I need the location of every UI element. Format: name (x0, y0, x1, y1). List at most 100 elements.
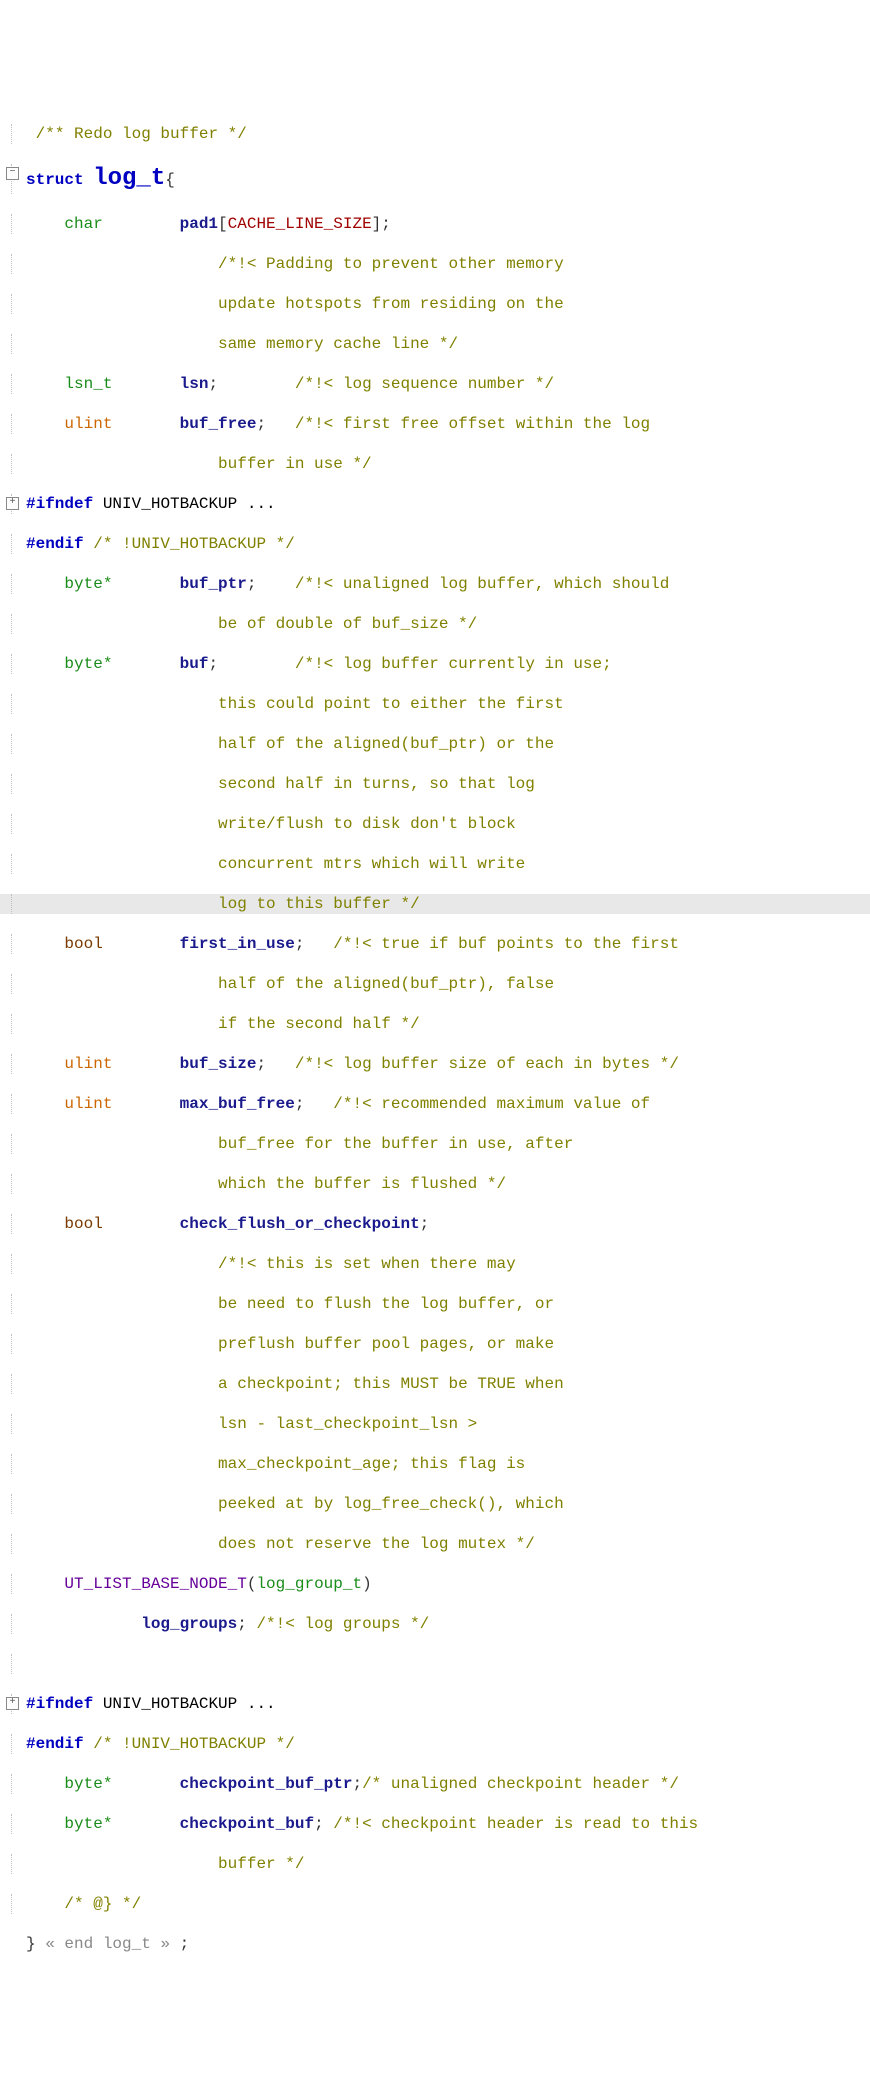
comment: lsn - last_checkpoint_lsn > (218, 1415, 477, 1433)
code-line: if the second half */ (0, 1014, 870, 1034)
field-name: buf_size (180, 1055, 257, 1073)
struct-keyword: struct (26, 171, 93, 189)
code-block: /** Redo log buffer */ −struct log_t{ ch… (0, 80, 870, 1998)
brace-open: { (165, 171, 175, 189)
comment: this could point to either the first (218, 695, 564, 713)
code-line: this could point to either the first (0, 694, 870, 714)
code-line: max_checkpoint_age; this flag is (0, 1454, 870, 1474)
code-line: byte* buf_ptr; /*!< unaligned log buffer… (0, 574, 870, 594)
type: byte* (64, 1815, 112, 1833)
fold-plus-icon[interactable]: + (6, 497, 19, 510)
field-name: pad1 (180, 215, 218, 233)
comment: preflush buffer pool pages, or make (218, 1335, 554, 1353)
macro-call: UT_LIST_BASE_NODE_T (64, 1575, 246, 1593)
preprocessor: #endif (26, 1735, 84, 1753)
semicolon: ; (256, 1055, 266, 1073)
code-line: ulint buf_size; /*!< log buffer size of … (0, 1054, 870, 1074)
comment: write/flush to disk don't block (218, 815, 516, 833)
comment: /*!< log buffer currently in use; (295, 655, 612, 673)
code-line: +#ifndef UNIV_HOTBACKUP ... (0, 1694, 870, 1714)
code-line: concurrent mtrs which will write (0, 854, 870, 874)
code-line: write/flush to disk don't block (0, 814, 870, 834)
field-name: buf_ptr (180, 575, 247, 593)
comment: /*!< log groups */ (256, 1615, 429, 1633)
semicolon: ; (208, 655, 218, 673)
comment: half of the aligned(buf_ptr), false (218, 975, 554, 993)
code-line: half of the aligned(buf_ptr), false (0, 974, 870, 994)
code-line: does not reserve the log mutex */ (0, 1534, 870, 1554)
field-name: checkpoint_buf_ptr (180, 1775, 353, 1793)
code-line: ulint max_buf_free; /*!< recommended max… (0, 1094, 870, 1114)
semicolon: ; (180, 1935, 190, 1953)
type: ulint (64, 1095, 112, 1113)
comment: /*!< this is set when there may (218, 1255, 516, 1273)
code-line: preflush buffer pool pages, or make (0, 1334, 870, 1354)
code-line: second half in turns, so that log (0, 774, 870, 794)
code-line: buffer in use */ (0, 454, 870, 474)
comment: buffer */ (218, 1855, 304, 1873)
comment: peeked at by log_free_check(), which (218, 1495, 564, 1513)
type: bool (64, 935, 102, 953)
code-line: + #ifndef UNIV_HOTBACKUP ... (0, 494, 870, 514)
comment: /*!< Padding to prevent other memory (218, 255, 564, 273)
comment: which the buffer is flushed */ (218, 1175, 506, 1193)
code-line: −struct log_t{ (0, 164, 870, 194)
comment: buffer in use */ (218, 455, 372, 473)
code-line: log_groups; /*!< log groups */ (0, 1614, 870, 1634)
field-name: checkpoint_buf (180, 1815, 314, 1833)
comment: if the second half */ (218, 1015, 420, 1033)
code-line: lsn_t lsn; /*!< log sequence number */ (0, 374, 870, 394)
code-line: bool first_in_use; /*!< true if buf poin… (0, 934, 870, 954)
field-name: buf_free (180, 415, 257, 433)
comment: /*!< log sequence number */ (295, 375, 554, 393)
semicolon: ; (352, 1775, 362, 1793)
type: byte* (64, 575, 112, 593)
fold-plus-icon[interactable]: + (6, 1697, 19, 1710)
comment: update hotspots from residing on the (218, 295, 564, 313)
comment: same memory cache line */ (218, 335, 458, 353)
macro-const: CACHE_LINE_SIZE (228, 215, 372, 233)
comment: a checkpoint; this MUST be TRUE when (218, 1375, 564, 1393)
fold-minus-icon[interactable]: − (6, 167, 19, 180)
field-name: check_flush_or_checkpoint (180, 1215, 420, 1233)
semicolon: ; (420, 1215, 430, 1233)
semicolon: ; (295, 1095, 305, 1113)
type: ulint (64, 415, 112, 433)
code-line: half of the aligned(buf_ptr) or the (0, 734, 870, 754)
comment: /** Redo log buffer */ (36, 125, 247, 143)
field-name: lsn (180, 375, 209, 393)
comment: /*!< unaligned log buffer, which should (295, 575, 669, 593)
comment: does not reserve the log mutex */ (218, 1535, 535, 1553)
type: byte* (64, 655, 112, 673)
comment: max_checkpoint_age; this flag is (218, 1455, 525, 1473)
comment: be need to flush the log buffer, or (218, 1295, 554, 1313)
fold-annotation: « end log_t » (45, 1935, 170, 1953)
code-line: #endif /* !UNIV_HOTBACKUP */ (0, 534, 870, 554)
paren: ) (362, 1575, 372, 1593)
code-line: #endif /* !UNIV_HOTBACKUP */ (0, 1734, 870, 1754)
code-line: buffer */ (0, 1854, 870, 1874)
code-line: peeked at by log_free_check(), which (0, 1494, 870, 1514)
type: char (64, 215, 102, 233)
preprocessor: #ifndef (26, 495, 93, 513)
comment: /* !UNIV_HOTBACKUP */ (93, 1735, 295, 1753)
comment: /* !UNIV_HOTBACKUP */ (93, 535, 295, 553)
code-line: /*!< Padding to prevent other memory (0, 254, 870, 274)
pp-condition: UNIV_HOTBACKUP ... (103, 495, 276, 513)
code-line: /*!< this is set when there may (0, 1254, 870, 1274)
semicolon: ; (237, 1615, 247, 1633)
comment: /*!< recommended maximum value of (333, 1095, 650, 1113)
field-name: first_in_use (180, 935, 295, 953)
bracket: ]; (372, 215, 391, 233)
code-line (0, 1654, 870, 1674)
code-line: same memory cache line */ (0, 334, 870, 354)
code-line: /** Redo log buffer */ (0, 124, 870, 144)
code-line: char pad1[CACHE_LINE_SIZE]; (0, 214, 870, 234)
code-line: update hotspots from residing on the (0, 294, 870, 314)
paren: ( (247, 1575, 257, 1593)
code-line: byte* checkpoint_buf; /*!< checkpoint he… (0, 1814, 870, 1834)
comment: /* @} */ (64, 1895, 141, 1913)
comment: /*!< true if buf points to the first (333, 935, 679, 953)
comment: second half in turns, so that log (218, 775, 535, 793)
type: byte* (64, 1775, 112, 1793)
